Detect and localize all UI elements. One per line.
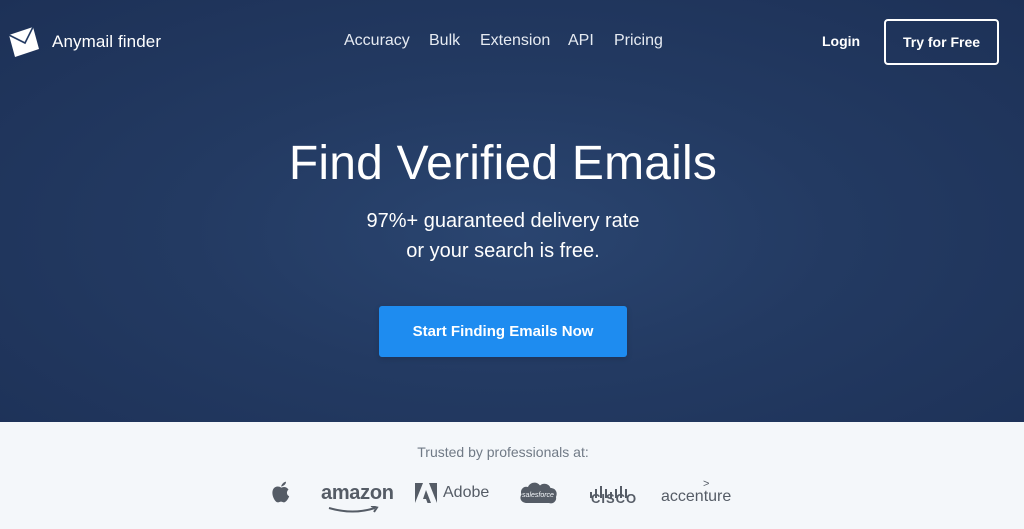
- hero-subtitle-line1: 97%+ guaranteed delivery rate: [366, 210, 640, 232]
- salesforce-logo: salesforce: [518, 479, 558, 507]
- adobe-logo: Adobe: [415, 483, 489, 503]
- nav-accuracy[interactable]: Accuracy: [344, 32, 410, 50]
- nav-pricing[interactable]: Pricing: [614, 32, 663, 50]
- nav-api[interactable]: API: [568, 32, 594, 50]
- hero-subtitle: 97%+ guaranteed delivery rate or your se…: [0, 206, 1006, 266]
- hero-title: Find Verified Emails: [288, 137, 718, 190]
- salesforce-wordmark: salesforce: [522, 492, 554, 499]
- main-nav: Accuracy Bulk Extension API Pricing: [0, 32, 1024, 52]
- cisco-logo: CISCO: [589, 478, 636, 506]
- nav-extension[interactable]: Extension: [480, 32, 550, 50]
- cisco-wordmark: CISCO: [591, 491, 638, 506]
- try-for-free-button[interactable]: Try for Free: [884, 19, 999, 65]
- nav-bulk[interactable]: Bulk: [429, 32, 460, 50]
- amazon-wordmark: amazon: [321, 482, 394, 504]
- start-finding-emails-button[interactable]: Start Finding Emails Now: [379, 306, 627, 357]
- amazon-logo: amazon: [321, 482, 394, 513]
- adobe-mark-icon: [415, 483, 437, 503]
- amazon-smile-icon: [328, 506, 379, 513]
- login-link[interactable]: Login: [822, 33, 860, 49]
- hero-section: Anymail finder Accuracy Bulk Extension A…: [0, 0, 1024, 422]
- hero-subtitle-line2: or your search is free.: [406, 240, 600, 262]
- accenture-caret-icon: >: [703, 478, 710, 490]
- accenture-logo: > accenture: [661, 478, 732, 506]
- apple-logo-icon: [271, 481, 291, 503]
- accenture-wordmark: accenture: [661, 488, 732, 505]
- adobe-wordmark: Adobe: [443, 484, 490, 501]
- trusted-label: Trusted by professionals at:: [417, 444, 589, 460]
